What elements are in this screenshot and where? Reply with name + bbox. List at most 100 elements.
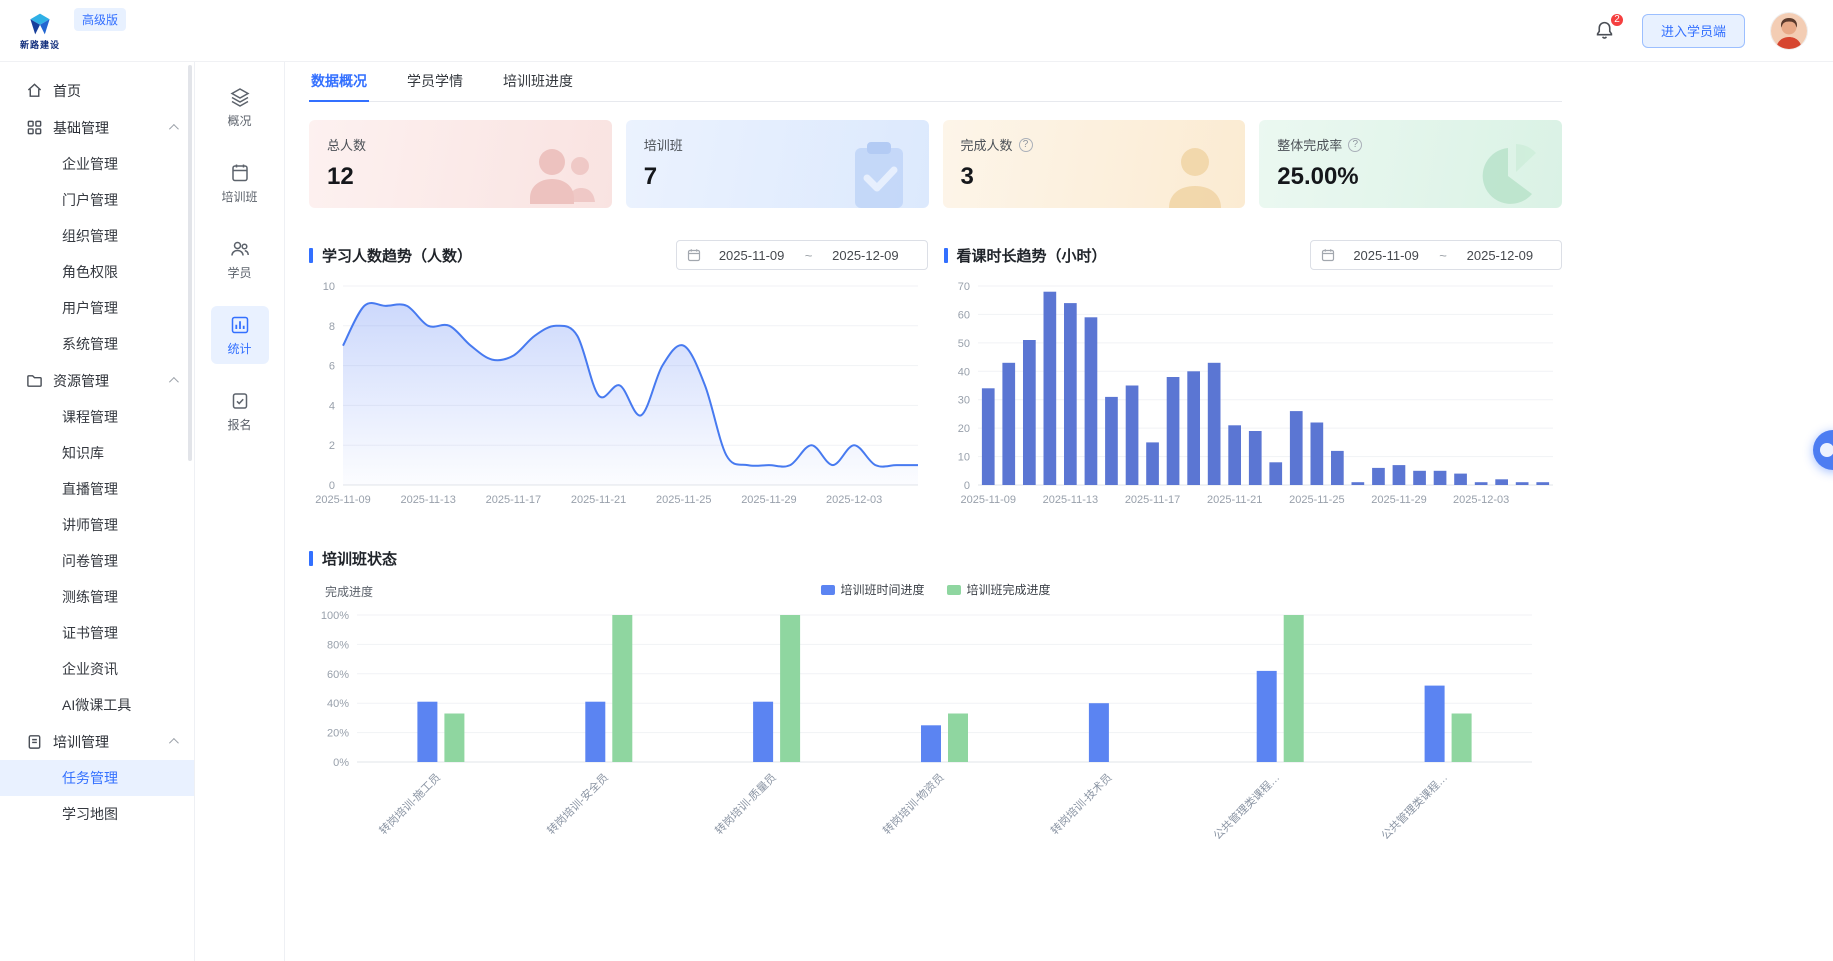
tab-class-progress[interactable]: 培训班进度 [501,62,575,102]
chart-title: 培训班状态 [322,548,397,569]
stat-value: 25.00% [1277,163,1544,191]
svg-text:公共管理类课程…: 公共管理类课程… [1378,770,1450,842]
start-date[interactable]: 2025-11-09 [701,248,803,263]
sidebar-item-system-mgmt[interactable]: 系统管理 [0,326,194,362]
sidebar-item-knowledge-base[interactable]: 知识库 [0,435,194,471]
svg-text:40: 40 [957,366,969,378]
notebook-icon [230,163,250,183]
stat-value: 12 [327,163,594,191]
svg-text:转岗培训-施工员: 转岗培训-施工员 [376,770,443,837]
tab-data-overview[interactable]: 数据概况 [309,62,369,102]
sidebar-item-user-mgmt[interactable]: 用户管理 [0,290,194,326]
svg-text:10: 10 [323,281,335,293]
brand-name: 新路建设 [20,38,60,51]
sidebar-group-training-mgmt[interactable]: 培训管理 [0,723,194,760]
help-icon[interactable] [1348,138,1362,152]
end-date[interactable]: 2025-12-09 [814,248,916,263]
stat-card-total-people: 总人数 12 [309,120,612,208]
sidebar-item-certificate-mgmt[interactable]: 证书管理 [0,615,194,651]
sidebar-item-corp-news[interactable]: 企业资讯 [0,651,194,687]
sidebar-item-home[interactable]: 首页 [0,72,194,109]
svg-text:2025-11-25: 2025-11-25 [1289,494,1344,506]
notification-count-badge: 2 [1609,12,1625,28]
sidebar-group-resource-mgmt[interactable]: 资源管理 [0,362,194,399]
svg-text:转岗培训-安全员: 转岗培训-安全员 [544,770,611,837]
legend-swatch [947,585,961,595]
legend-swatch [820,585,834,595]
student-portal-button[interactable]: 进入学员端 [1642,14,1745,48]
legend-completion-progress[interactable]: 培训班完成进度 [947,581,1051,598]
title-marker [309,248,313,263]
sidebar-scrollbar[interactable] [188,65,192,461]
help-icon[interactable] [1019,138,1033,152]
calendar-icon [687,248,701,262]
svg-text:2025-11-13: 2025-11-13 [1042,494,1097,506]
svg-text:60%: 60% [327,669,349,681]
sidebar-item-survey-mgmt[interactable]: 问卷管理 [0,543,194,579]
rail-item-signup[interactable]: 报名 [211,382,269,440]
svg-text:2025-11-25: 2025-11-25 [656,494,711,506]
sidebar-item-live-mgmt[interactable]: 直播管理 [0,471,194,507]
svg-text:0: 0 [329,480,335,492]
svg-text:转岗培训-质量员: 转岗培训-质量员 [712,770,779,837]
svg-text:20%: 20% [327,728,349,740]
main-content: 数据概况 学员学情 培训班进度 总人数 12 培训班 7 完成人数 3 [285,62,1833,961]
logo-icon [24,11,56,37]
sidebar-item-learning-map[interactable]: 学习地图 [0,796,194,832]
sidebar-item-lecturer-mgmt[interactable]: 讲师管理 [0,507,194,543]
svg-text:转岗培训-物资员: 转岗培训-物资员 [880,770,947,837]
svg-text:2025-11-17: 2025-11-17 [1124,494,1179,506]
y-axis-label: 完成进度 [325,583,373,600]
svg-text:2025-12-03: 2025-12-03 [1452,494,1508,506]
svg-text:转岗培训-技术员: 转岗培训-技术员 [1048,770,1115,837]
svg-text:40%: 40% [327,698,349,710]
watch-duration-chart: 0102030405060702025-11-092025-11-132025-… [944,276,1563,514]
rail-item-training-class[interactable]: 培训班 [211,154,269,212]
sidebar-item-practice-mgmt[interactable]: 测练管理 [0,579,194,615]
svg-text:30: 30 [957,395,969,407]
plan-badge: 高级版 [74,8,126,31]
stat-card-training-classes: 培训班 7 [626,120,929,208]
date-range-picker[interactable]: 2025-11-09 ~ 2025-12-09 [1310,240,1562,270]
svg-text:60: 60 [957,309,969,321]
svg-text:2025-12-03: 2025-12-03 [826,494,882,506]
sidebar-group-label: 资源管理 [53,371,109,391]
sidebar-item-org-mgmt[interactable]: 组织管理 [0,218,194,254]
chart-legend: 培训班时间进度 培训班完成进度 [820,581,1050,598]
svg-text:2025-11-09: 2025-11-09 [315,494,370,506]
sidebar-item-portal-mgmt[interactable]: 门户管理 [0,182,194,218]
svg-text:2025-11-21: 2025-11-21 [1206,494,1261,506]
sidebar-item-task-mgmt[interactable]: 任务管理 [0,760,194,796]
sidebar-item-ai-microcourse[interactable]: AI微课工具 [0,687,194,723]
brand-logo[interactable]: 新路建设 [20,11,60,51]
rail-item-overview[interactable]: 概况 [211,78,269,136]
svg-text:0: 0 [963,480,969,492]
sidebar-item-role-perms[interactable]: 角色权限 [0,254,194,290]
svg-text:10: 10 [957,452,969,464]
tab-student-progress[interactable]: 学员学情 [405,62,465,102]
svg-text:80%: 80% [327,639,349,651]
sidebar-group-basic-mgmt[interactable]: 基础管理 [0,109,194,146]
title-marker [309,551,313,566]
start-date[interactable]: 2025-11-09 [1335,248,1437,263]
rail-item-statistics[interactable]: 统计 [211,306,269,364]
rail-item-students[interactable]: 学员 [211,230,269,288]
title-marker [944,248,948,263]
end-date[interactable]: 2025-12-09 [1449,248,1551,263]
primary-sidebar: 首页 基础管理 企业管理 门户管理 组织管理 角色权限 用户管理 系统管理 资源… [0,62,195,961]
sidebar-item-course-mgmt[interactable]: 课程管理 [0,399,194,435]
avatar-image [1771,13,1807,49]
sidebar-item-enterprise-mgmt[interactable]: 企业管理 [0,146,194,182]
legend-time-progress[interactable]: 培训班时间进度 [820,581,924,598]
svg-text:2025-11-17: 2025-11-17 [486,494,541,506]
svg-text:20: 20 [957,423,969,435]
stat-value: 7 [644,163,911,191]
date-range-picker[interactable]: 2025-11-09 ~ 2025-12-09 [676,240,928,270]
user-avatar[interactable] [1771,13,1807,49]
sidebar-group-label: 基础管理 [53,118,109,138]
chevron-up-icon [169,738,179,748]
chart-title: 学习人数趋势（人数） [322,245,472,266]
svg-text:2025-11-21: 2025-11-21 [571,494,626,506]
clipboard-check-icon [230,391,250,411]
notification-bell[interactable]: 2 [1594,19,1616,43]
